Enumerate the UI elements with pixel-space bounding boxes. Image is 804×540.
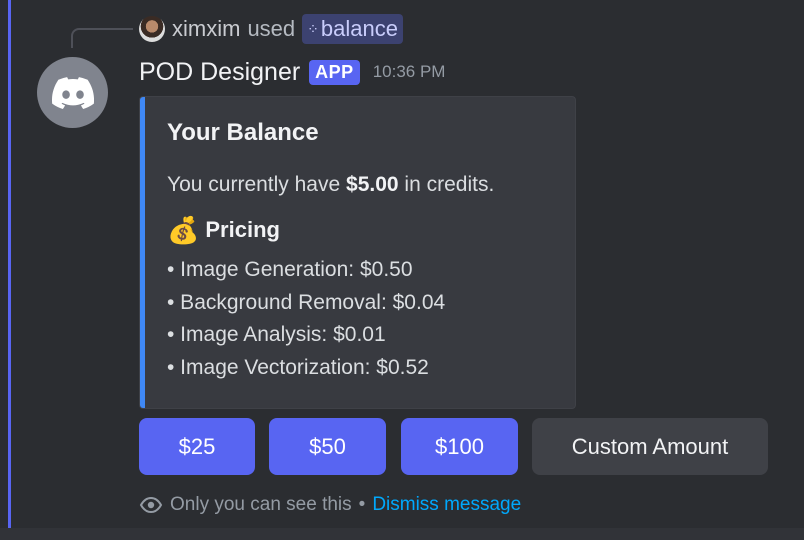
add-25-button[interactable]: $25	[139, 418, 255, 475]
message-header: POD Designer APP 10:36 PM	[139, 56, 445, 88]
ephemeral-notice: Only you can see this • Dismiss message	[139, 490, 521, 520]
custom-amount-button[interactable]: Custom Amount	[532, 418, 768, 475]
divider	[0, 528, 804, 540]
slash-command-icon: ⁘	[307, 20, 319, 37]
pricing-field-title: 💰 Pricing	[167, 217, 280, 243]
list-item: • Image Vectorization: $0.52	[167, 355, 429, 379]
desc-prefix: You currently have	[167, 173, 347, 196]
list-item: • Image Analysis: $0.01	[167, 323, 386, 346]
command-chip[interactable]: ⁘ balance	[302, 14, 403, 44]
user-avatar[interactable]	[139, 16, 165, 42]
command-name: balance	[320, 16, 398, 41]
embed-description: You currently have $5.00 in credits.	[167, 173, 494, 197]
eye-icon	[139, 496, 163, 514]
reply-username[interactable]: ximxim	[172, 16, 240, 42]
dismiss-message-link[interactable]: Dismiss message	[372, 494, 521, 516]
bot-avatar[interactable]	[37, 57, 108, 128]
balance-embed: Your Balance You currently have $5.00 in…	[139, 96, 576, 409]
embed-title: Your Balance	[167, 119, 319, 146]
reply-context[interactable]: ximxim used ⁘ balance	[139, 14, 403, 44]
money-bag-icon: 💰	[167, 215, 200, 245]
bot-name[interactable]: POD Designer	[139, 58, 300, 87]
pricing-list: • Image Generation: $0.50 • Background R…	[167, 254, 445, 384]
desc-suffix: in credits.	[398, 173, 495, 196]
app-badge: APP	[309, 59, 360, 85]
highlight-accent-bar	[8, 0, 11, 540]
reply-connector	[71, 28, 133, 48]
list-item: • Image Generation: $0.50	[167, 258, 413, 281]
pricing-label: Pricing	[205, 217, 280, 242]
timestamp[interactable]: 10:36 PM	[373, 62, 446, 82]
list-item: • Background Removal: $0.04	[167, 290, 446, 314]
reply-used-text: used	[247, 16, 296, 41]
ephemeral-text: Only you can see this	[170, 494, 352, 515]
add-50-button[interactable]: $50	[269, 418, 386, 475]
discord-logo-icon	[51, 76, 94, 109]
separator: •	[358, 494, 366, 515]
balance-amount: $5.00	[346, 173, 399, 196]
add-100-button[interactable]: $100	[401, 418, 518, 475]
embed-color-stripe	[140, 97, 145, 408]
